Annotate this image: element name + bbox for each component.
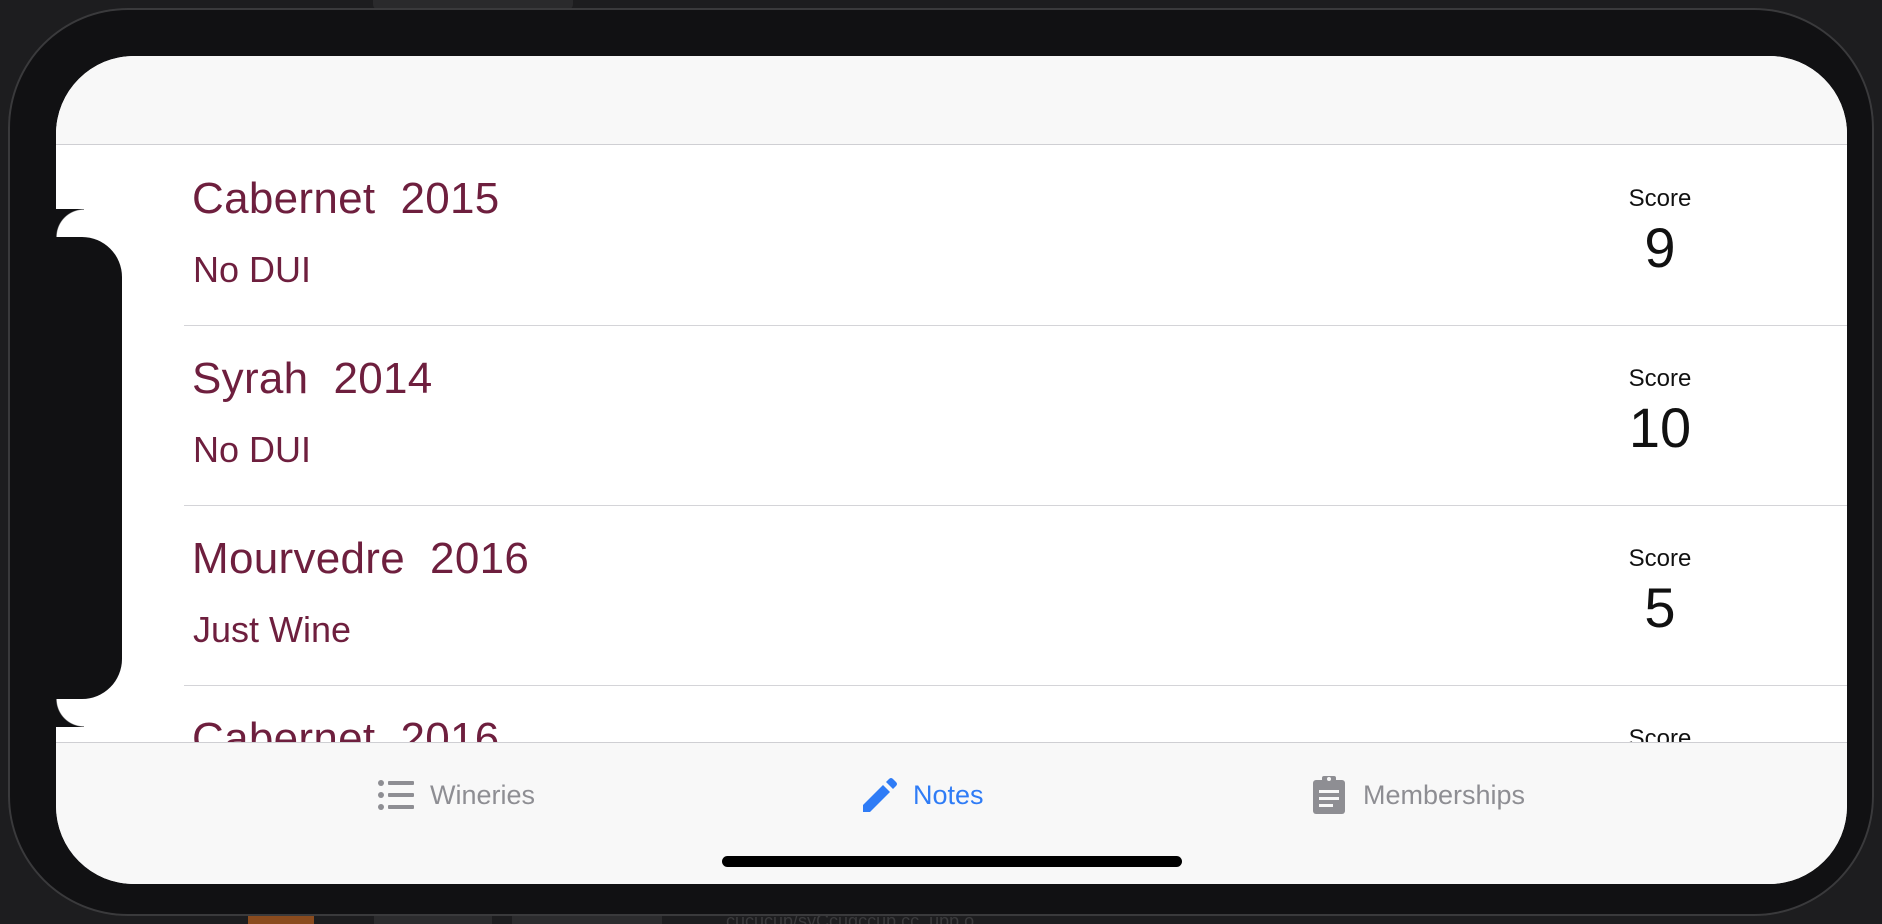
note-winery: Just Wine xyxy=(193,609,352,650)
list-item[interactable]: Syrah 2014 No DUI Score 10 xyxy=(184,325,1847,506)
sensor-notch xyxy=(56,237,122,727)
note-winery: No DUI xyxy=(193,249,312,290)
note-winery: No DUI xyxy=(193,429,312,470)
note-title: Syrah 2014 xyxy=(192,354,433,403)
clipboard-icon xyxy=(1309,775,1349,815)
tab-wineries[interactable]: Wineries xyxy=(376,773,535,817)
score-value: 10 xyxy=(1628,396,1692,459)
phone-frame: Cabernet 2015 No DUI Score 9 Syrah 2014 … xyxy=(8,8,1874,916)
note-title: Mourvedre 2016 xyxy=(192,534,530,583)
list-item[interactable]: Cabernet 2015 No DUI Score 9 xyxy=(184,145,1847,326)
score-label: Score xyxy=(1628,185,1692,212)
note-title: Cabernet 2015 xyxy=(192,174,500,223)
pencil-icon xyxy=(859,775,899,815)
navigation-bar xyxy=(56,56,1847,145)
list-icon xyxy=(376,775,416,815)
score-value: 5 xyxy=(1644,576,1676,639)
score-label: Score xyxy=(1628,545,1692,572)
score-value: 9 xyxy=(1644,216,1676,279)
tab-notes[interactable]: Notes xyxy=(859,773,984,817)
score-label: Score xyxy=(1628,365,1692,392)
home-indicator[interactable] xyxy=(722,856,1182,867)
tab-label: Wineries xyxy=(430,779,536,810)
tab-label: Notes xyxy=(913,779,984,810)
tab-label: Memberships xyxy=(1363,779,1526,810)
notes-list[interactable]: Cabernet 2015 No DUI Score 9 Syrah 2014 … xyxy=(56,145,1847,791)
phone-screen: Cabernet 2015 No DUI Score 9 Syrah 2014 … xyxy=(56,56,1847,884)
tab-memberships[interactable]: Memberships xyxy=(1309,773,1525,817)
list-item[interactable]: Mourvedre 2016 Just Wine Score 5 xyxy=(184,505,1847,686)
